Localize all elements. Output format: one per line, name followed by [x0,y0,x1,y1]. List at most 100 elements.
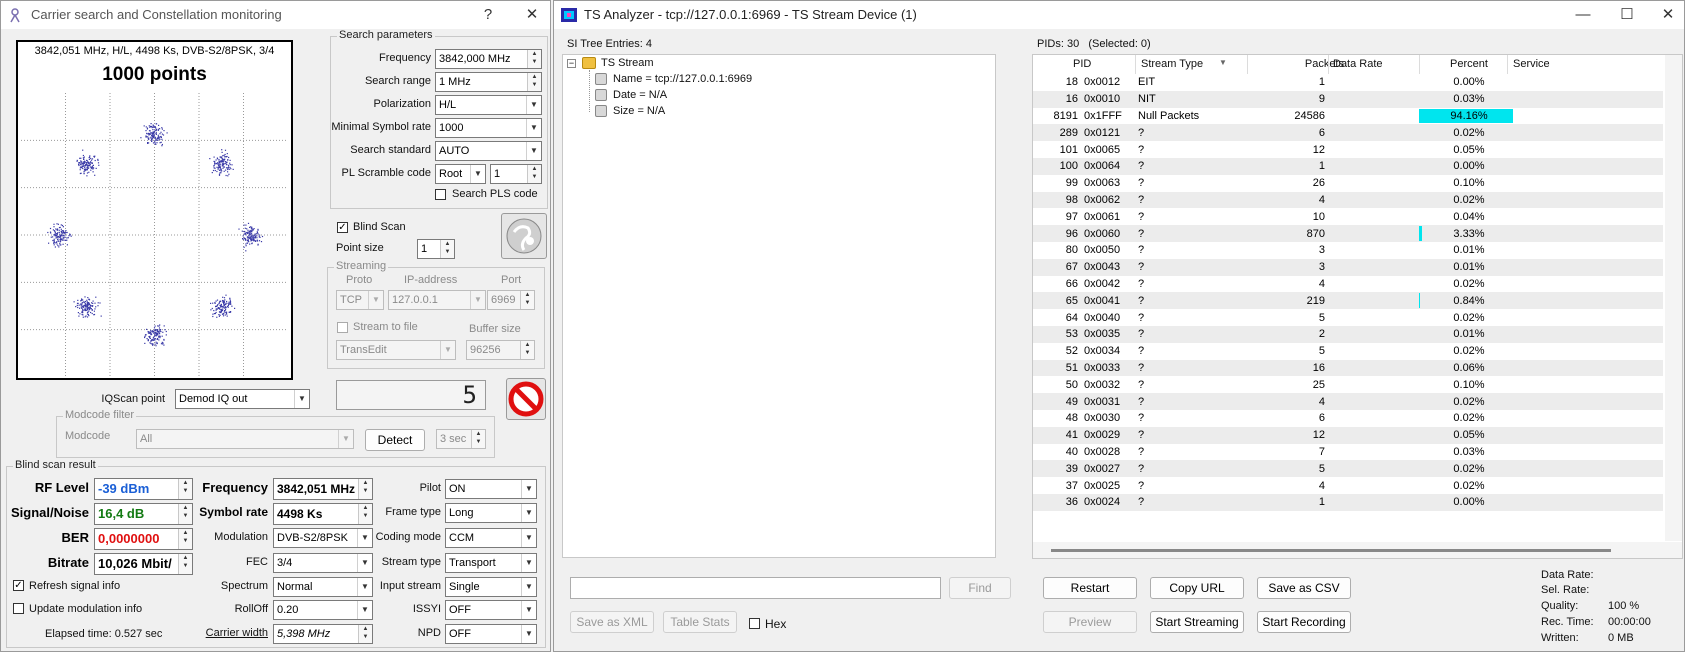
table-row[interactable]: 96 0x0060? 870 3.33% [1033,225,1663,242]
left-close-button[interactable]: ✕ [515,1,549,29]
chevron-down-icon[interactable]: ▼ [338,430,353,448]
table-row[interactable]: 40 0x0028? 7 0.03% [1033,444,1663,461]
stop-button[interactable] [506,378,546,420]
tree-collapse-icon[interactable]: − [567,59,576,68]
table-row[interactable]: 53 0x0035? 2 0.01% [1033,325,1663,343]
modcode-select[interactable]: All ▼ [136,429,354,449]
pilot-select[interactable]: ON ▼ [445,479,537,499]
table-stats-button[interactable]: Table Stats [663,611,737,633]
col-divider[interactable] [1328,55,1329,74]
table-row[interactable]: 49 0x0031? 4 0.02% [1033,393,1663,410]
table-row[interactable]: 100 0x0064? 1 0.00% [1033,157,1663,175]
chevron-down-icon[interactable]: ▼ [526,96,541,114]
table-row[interactable]: 48 0x0030? 6 0.02% [1033,410,1663,427]
col-divider[interactable] [1247,55,1248,74]
stream-type-select[interactable]: Transport ▼ [445,553,537,573]
search-pls-checkbox[interactable] [435,189,446,200]
table-row[interactable]: 80 0x0050? 3 0.01% [1033,242,1663,259]
chevron-down-icon[interactable]: ▼ [521,578,536,596]
left-title-bar[interactable]: Carrier search and Constellation monitor… [1,1,550,29]
result-frequency-spinner[interactable]: ▲ ▼ [358,479,372,499]
buffer-size-spinner[interactable]: ▲ ▼ [520,341,534,359]
help-button[interactable]: ? [471,1,505,29]
table-row[interactable]: 41 0x0029? 12 0.05% [1033,426,1663,444]
save-csv-button[interactable]: Save as CSV [1257,577,1351,599]
start-recording-button[interactable]: Start Recording [1257,611,1351,633]
rf-level-spinner[interactable]: ▲ ▼ [178,479,192,499]
spectrum-select[interactable]: Normal ▼ [273,577,373,597]
bitrate-spinner[interactable]: ▲ ▼ [178,554,192,574]
tree-item-name[interactable]: Name = tcp://127.0.0.1:6969 [613,73,752,85]
chevron-down-icon[interactable]: ▼ [470,291,485,309]
ber-spinner[interactable]: ▲ ▼ [178,529,192,549]
col-packets[interactable]: Packets [1264,58,1344,70]
table-row[interactable]: 66 0x0042? 4 0.02% [1033,276,1663,293]
right-close-button[interactable]: ✕ [1651,1,1685,29]
buffer-size-input[interactable]: 96256 ▲ ▼ [466,340,535,360]
iqscan-select[interactable]: Demod IQ out ▼ [175,389,310,409]
interval-spinner[interactable]: ▲ ▼ [471,430,485,448]
frame-type-select[interactable]: Long ▼ [445,503,537,523]
tree-item-size[interactable]: Size = N/A [613,105,665,117]
col-data-rate[interactable]: Data Rate [1333,58,1383,70]
tree-root-label[interactable]: TS Stream [601,57,654,69]
chevron-down-icon[interactable]: ▼ [368,291,383,309]
chevron-down-icon[interactable]: ▼ [521,554,536,572]
detect-button[interactable]: Detect [365,429,425,451]
col-divider[interactable] [1419,55,1420,74]
chevron-down-icon[interactable]: ▼ [526,119,541,137]
chevron-down-icon[interactable]: ▼ [521,625,536,643]
preview-button[interactable]: Preview [1043,611,1137,633]
symbol-rate-spinner[interactable]: ▲ ▼ [358,504,372,524]
search-range-input[interactable]: 1 MHz ▲ ▼ [435,72,542,92]
update-modulation-checkbox[interactable] [13,603,24,614]
pl-code-input[interactable]: 1 ▲ ▼ [490,164,542,184]
right-title-bar[interactable]: TS Analyzer - tcp://127.0.0.1:6969 - TS … [554,1,1684,29]
restart-button[interactable]: Restart [1043,577,1137,599]
modulation-select[interactable]: DVB-S2/8PSK ▼ [273,528,373,548]
chevron-down-icon[interactable]: ▼ [521,601,536,619]
table-row[interactable]: 99 0x0063? 26 0.10% [1033,175,1663,192]
table-row[interactable]: 97 0x0061? 10 0.04% [1033,208,1663,225]
col-service[interactable]: Service [1513,58,1550,70]
col-stream-type[interactable]: Stream Type [1141,58,1203,70]
hex-checkbox[interactable] [749,618,760,629]
chevron-down-icon[interactable]: ▼ [294,390,309,408]
port-spinner[interactable]: ▲ ▼ [520,291,534,309]
issyi-select[interactable]: OFF ▼ [445,600,537,620]
col-divider[interactable] [1135,55,1136,74]
table-row[interactable]: 50 0x0032? 25 0.10% [1033,376,1663,393]
horizontal-scrollbar[interactable] [1033,542,1682,558]
minimize-button[interactable]: — [1566,1,1600,29]
col-divider[interactable] [1507,55,1508,74]
copy-url-button[interactable]: Copy URL [1150,577,1244,599]
frequency-spinner[interactable]: ▲ ▼ [527,50,541,68]
input-stream-select[interactable]: Single ▼ [445,577,537,597]
rolloff-select[interactable]: 0.20 ▼ [273,600,373,620]
stream-to-file-checkbox[interactable] [337,322,348,333]
chevron-down-icon[interactable]: ▼ [357,601,372,619]
table-row[interactable]: 67 0x0043? 3 0.01% [1033,258,1663,276]
chevron-down-icon[interactable]: ▼ [440,341,455,359]
table-row[interactable]: 64 0x0040? 5 0.02% [1033,309,1663,326]
table-row[interactable]: 98 0x0062? 4 0.02% [1033,191,1663,209]
chevron-down-icon[interactable]: ▼ [521,529,536,547]
table-row[interactable]: 18 0x0012 EIT 1 0.00% [1033,74,1663,91]
chevron-down-icon[interactable]: ▼ [357,578,372,596]
npd-select[interactable]: OFF ▼ [445,624,537,644]
table-row[interactable]: 289 0x0121? 6 0.02% [1033,124,1663,142]
coding-mode-select[interactable]: CCM ▼ [445,528,537,548]
save-xml-button[interactable]: Save as XML [570,611,654,633]
table-row[interactable]: 37 0x0025? 4 0.02% [1033,477,1663,494]
polarization-select[interactable]: H/L ▼ [435,95,542,115]
pl-code-spinner[interactable]: ▲ ▼ [527,165,541,183]
interval-input[interactable]: 3 sec ▲ ▼ [436,429,486,449]
search-standard-select[interactable]: AUTO ▼ [435,141,542,161]
signal-noise-spinner[interactable]: ▲ ▼ [178,504,192,524]
chevron-down-icon[interactable]: ▼ [521,480,536,498]
table-row[interactable]: 39 0x0027? 5 0.02% [1033,460,1663,478]
file-select[interactable]: TransEdit ▼ [336,340,456,360]
carrier-width-spinner[interactable]: ▲ ▼ [358,625,372,643]
search-range-spinner[interactable]: ▲ ▼ [527,73,541,91]
proto-select[interactable]: TCP ▼ [336,290,384,310]
